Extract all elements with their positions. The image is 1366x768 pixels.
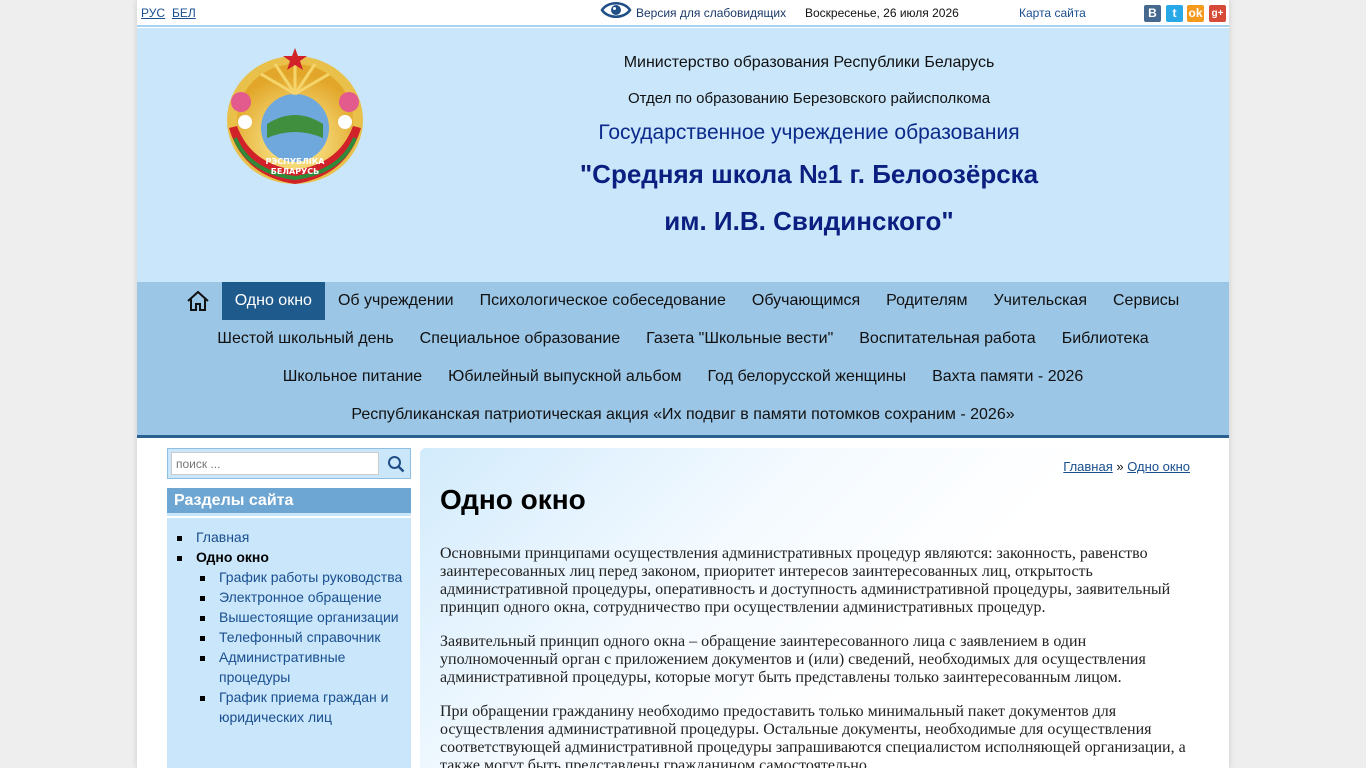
sidebar-subitem-schedule[interactable]: График работы руководства — [177, 567, 407, 587]
state-emblem-icon: РЭСПУБЛІКА БЕЛАРУСЬ — [227, 48, 363, 184]
sidebar-subitem-label: График работы руководства — [219, 569, 403, 585]
main-nav: Одно окно Об учреждении Психологическое … — [137, 282, 1229, 438]
google-plus-icon[interactable]: g+ — [1209, 5, 1226, 22]
sidebar-subitem-label: Электронное обращение — [219, 589, 382, 605]
school-name-line1: "Средняя школа №1 г. Белоозёрска — [579, 159, 1039, 189]
nav-item-library[interactable]: Библиотека — [1049, 320, 1162, 358]
nav-item-psych-interview[interactable]: Психологическое собеседование — [467, 282, 739, 320]
vision-version-link[interactable]: Версия для слабовидящих — [636, 6, 786, 20]
site-header: РЭСПУБЛІКА БЕЛАРУСЬ Министерство образов… — [137, 28, 1229, 282]
nav-item-students[interactable]: Обучающимся — [739, 282, 873, 320]
emblem-text-2: БЕЛАРУСЬ — [271, 167, 319, 176]
sidebar-subitem-higher-orgs[interactable]: Вышестоящие организации — [177, 607, 407, 627]
nav-item-one-window[interactable]: Одно окно — [221, 282, 325, 320]
page: РУС БЕЛ Версия для слабовидящих Воскресе… — [137, 0, 1229, 768]
ministry-title: Министерство образования Республики Бела… — [623, 54, 995, 71]
current-date: Воскресенье, 26 июля 2026 — [805, 6, 959, 20]
sidebar-subitem-admin-procedures[interactable]: Административные процедуры — [177, 647, 407, 687]
nav-row-3: Школьное питание Юбилейный выпускной аль… — [137, 358, 1229, 396]
department-title: Отдел по образованию Березовского райисп… — [627, 90, 991, 107]
page-title: Одно окно — [440, 484, 586, 515]
article-body: Основными принципами осуществления админ… — [440, 545, 1200, 768]
lang-ru-link[interactable]: РУС — [141, 6, 165, 20]
school-name-line2: им. И.В. Свидинского" — [664, 206, 954, 236]
nav-item-about[interactable]: Об учреждении — [325, 282, 467, 320]
search-icon — [387, 455, 404, 472]
article-paragraph: Заявительный принцип одного окна – обращ… — [440, 633, 1146, 686]
sidebar-subitem-reception-schedule[interactable]: График приема граждан и юридических лиц — [177, 687, 407, 727]
sections-menu: Главная Одно окно График работы руководс… — [167, 518, 411, 768]
search-input[interactable] — [171, 452, 379, 475]
home-icon — [187, 290, 209, 311]
vk-icon[interactable]: В — [1144, 5, 1161, 22]
search-box — [167, 448, 411, 479]
odnoklassniki-icon[interactable]: ok — [1187, 5, 1204, 22]
top-bar: РУС БЕЛ Версия для слабовидящих Воскресе… — [137, 0, 1229, 27]
search-button[interactable] — [382, 450, 409, 477]
sidebar-item-home[interactable]: Главная — [177, 527, 407, 547]
twitter-icon[interactable]: t — [1166, 5, 1183, 22]
lang-be-link[interactable]: БЕЛ — [172, 6, 196, 20]
nav-item-upbringing[interactable]: Воспитательная работа — [846, 320, 1048, 358]
eye-icon[interactable] — [600, 0, 632, 20]
institution-type: Государственное учреждение образования — [598, 121, 1020, 144]
sidebar-subitem-label: Административные процедуры — [219, 649, 346, 685]
sidebar-item-one-window[interactable]: Одно окно — [177, 547, 407, 567]
nav-item-memory-watch[interactable]: Вахта памяти - 2026 — [919, 358, 1096, 396]
home-button[interactable] — [174, 282, 222, 320]
nav-item-year-of-women[interactable]: Год белорусской женщины — [695, 358, 920, 396]
nav-row-4: Республиканская патриотическая акция «Их… — [137, 396, 1229, 434]
sidebar-subitem-e-appeal[interactable]: Электронное обращение — [177, 587, 407, 607]
breadcrumb: Главная » Одно окно — [1063, 459, 1190, 474]
nav-row-1: Одно окно Об учреждении Психологическое … — [137, 282, 1229, 320]
breadcrumb-current-link[interactable]: Одно окно — [1127, 459, 1190, 474]
nav-item-school-food[interactable]: Школьное питание — [270, 358, 435, 396]
nav-item-special-education[interactable]: Специальное образование — [407, 320, 634, 358]
sitemap-link[interactable]: Карта сайта — [1019, 6, 1086, 20]
article-paragraph: При обращении гражданину необходимо пред… — [440, 703, 1186, 768]
nav-row-2: Шестой школьный день Специальное образов… — [137, 320, 1229, 358]
nav-item-teachers[interactable]: Учительская — [980, 282, 1100, 320]
main-content: Главная » Одно окно Одно окно Основными … — [420, 448, 1229, 768]
sidebar-subitem-label: График приема граждан и юридических лиц — [219, 689, 389, 725]
sidebar-subitem-label: Телефонный справочник — [219, 629, 381, 645]
sidebar-subitem-label: Вышестоящие организации — [219, 609, 399, 625]
nav-item-services[interactable]: Сервисы — [1100, 282, 1192, 320]
breadcrumb-separator: » — [1116, 459, 1124, 474]
breadcrumb-home-link[interactable]: Главная — [1063, 459, 1112, 474]
nav-item-sixth-day[interactable]: Шестой школьный день — [204, 320, 406, 358]
sections-title: Разделы сайта — [167, 488, 411, 516]
nav-item-newspaper[interactable]: Газета "Школьные вести" — [633, 320, 846, 358]
article-paragraph: Основными принципами осуществления админ… — [440, 545, 1171, 616]
sidebar-subitem-phonebook[interactable]: Телефонный справочник — [177, 627, 407, 647]
nav-item-parents[interactable]: Родителям — [873, 282, 980, 320]
nav-item-graduation-album[interactable]: Юбилейный выпускной альбом — [435, 358, 694, 396]
emblem-text-1: РЭСПУБЛІКА — [266, 157, 326, 166]
nav-item-patriotic-action[interactable]: Республиканская патриотическая акция «Их… — [338, 396, 1027, 434]
